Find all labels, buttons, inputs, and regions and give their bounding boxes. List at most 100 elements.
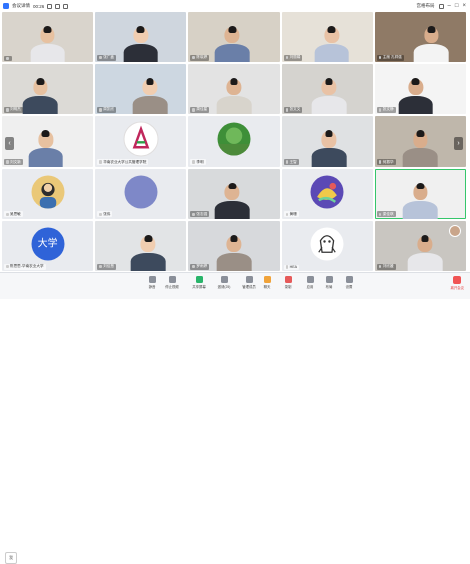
participant-tile[interactable]: 主席 孔祥强 <box>374 12 466 63</box>
participant-tile[interactable]: 刘丽娟 <box>281 12 373 63</box>
participant-tile[interactable]: 梁佳琪 <box>374 168 466 219</box>
self-avatar[interactable] <box>449 225 461 237</box>
close-button[interactable]: × <box>462 3 466 9</box>
participant-name: 何振华 <box>382 159 394 164</box>
mic-status-icon <box>192 212 195 217</box>
toolbar-button-participants[interactable]: 邀请(25) <box>215 276 233 289</box>
participant-video <box>130 234 166 271</box>
mic-status-icon <box>285 55 289 60</box>
participant-tile[interactable]: 刘佳慧 <box>95 220 187 271</box>
lock-icon[interactable] <box>63 3 69 9</box>
signal-icon[interactable] <box>55 3 61 9</box>
participant-tile[interactable]: 王智 <box>281 116 373 167</box>
participant-tile[interactable]: 大学陈思思-华南农业大学 <box>2 220 94 271</box>
toolbar-button-chat[interactable]: 聊天 <box>258 276 276 289</box>
participant-name: 主席 孔祥强 <box>382 55 402 60</box>
self-view-button[interactable]: 我 <box>5 552 17 564</box>
mic-status-icon <box>285 108 289 112</box>
leave-meeting-button[interactable]: 离开会议 <box>450 276 464 290</box>
mic-status-icon <box>378 55 382 60</box>
mic-status-icon <box>192 55 195 60</box>
participant-nameplate: 张志强 <box>190 211 210 218</box>
participant-tile[interactable]: 陈晓婷 <box>188 12 280 63</box>
toolbar-label: 静音 <box>148 285 156 289</box>
participant-name: HEA <box>289 265 297 269</box>
participant-nameplate: 李明 <box>190 159 206 166</box>
avatar-text: 大学 <box>37 238 58 250</box>
participant-name: 张广鑫 <box>103 55 114 60</box>
fullscreen-icon[interactable] <box>438 3 444 9</box>
leave-label: 离开会议 <box>450 286 464 290</box>
toolbar-button-manage[interactable]: 管理成员 <box>240 276 258 289</box>
meeting-toolbar: 我 离开会议 静音 停止视频 共享屏幕 邀请(25) 管理成员 聊天 录制 应用 布局 设置 <box>0 272 470 564</box>
participant-tile[interactable]: 罗雨婷 <box>188 220 280 271</box>
participant-tile[interactable]: 黄珊 <box>281 168 373 219</box>
meeting-title[interactable]: 会议详情 <box>12 3 30 9</box>
info-icon[interactable] <box>47 3 53 9</box>
participant-tile[interactable]: 李明 <box>188 116 280 167</box>
toolbar-label: 管理成员 <box>242 285 256 289</box>
participant-tile[interactable]: HEA <box>281 220 373 271</box>
prev-page-button[interactable]: ‹ <box>5 137 14 150</box>
participant-tile[interactable]: 刘文新 <box>2 116 94 167</box>
share-screen-icon <box>195 276 203 283</box>
leave-icon <box>453 276 462 284</box>
toolbar-label: 邀请(25) <box>217 285 231 289</box>
toolbar-button-mic[interactable]: 静音 <box>143 276 161 289</box>
participant-name: 刘明杰 <box>10 107 21 112</box>
maximize-button[interactable]: □ <box>455 3 459 9</box>
participant-tile[interactable]: 张文文 <box>281 64 373 115</box>
participant-video <box>311 78 347 115</box>
participant-tile[interactable]: 张志强 <box>188 168 280 219</box>
mic-status-icon <box>192 108 195 112</box>
participant-nameplate: 张文文 <box>283 106 303 113</box>
participant-video <box>216 234 252 271</box>
participant-name: 陈思思-华南农业大学 <box>10 264 44 268</box>
record-icon <box>284 276 292 283</box>
toolbar-button-camera[interactable]: 停止视频 <box>163 276 181 289</box>
participant-tile[interactable]: 刘明杰 <box>2 64 94 115</box>
participant-tile[interactable]: 张伟 <box>95 168 187 219</box>
participant-tile[interactable]: 周佳星 <box>188 64 280 115</box>
participant-nameplate <box>4 56 12 61</box>
participant-name: 张文静 <box>382 107 394 112</box>
participant-tile[interactable]: 吴思敏 <box>2 168 94 219</box>
participant-name: 梁佳琪 <box>382 211 394 216</box>
layout-icon <box>325 276 333 283</box>
toolbar-button-layout[interactable]: 布局 <box>320 276 338 289</box>
participant-tile[interactable]: 张广鑫 <box>95 12 187 63</box>
toolbar-button-settings[interactable]: 设置 <box>340 276 358 289</box>
participant-name: 张志强 <box>196 211 208 216</box>
participant-video <box>403 130 438 167</box>
participant-name: 周凯欣 <box>103 107 114 112</box>
mic-status-icon <box>378 108 382 112</box>
minimize-button[interactable]: – <box>448 3 451 9</box>
participant-nameplate: 陈晓婷 <box>190 54 210 61</box>
layout-switch[interactable]: 宫格布局 <box>417 3 435 9</box>
meeting-timer: 00:26 <box>33 3 45 9</box>
participant-name: 王智 <box>289 159 297 164</box>
mic-status-icon <box>99 160 102 164</box>
toolbar-button-apps[interactable]: 应用 <box>301 276 319 289</box>
participant-video <box>216 78 252 115</box>
mic-status-icon <box>6 212 9 217</box>
next-page-button[interactable]: › <box>454 137 463 150</box>
participant-tile[interactable]: 周凯欣 <box>95 64 187 115</box>
toolbar-button-share-screen[interactable]: 共享屏幕 <box>190 276 208 289</box>
participant-tile[interactable]: 张文静 <box>374 64 466 115</box>
participant-tile[interactable]: 华南农业大学公共管理学院 <box>95 116 187 167</box>
apps-icon <box>306 276 314 283</box>
participant-tile[interactable] <box>2 12 94 63</box>
participant-name: 刘佳慧 <box>103 264 114 268</box>
participant-nameplate: 梁佳琪 <box>376 211 396 218</box>
participant-tile[interactable]: 何振华 <box>374 116 466 167</box>
toolbar-button-record[interactable]: 录制 <box>279 276 297 289</box>
participant-nameplate: 刘欣媛 <box>376 263 396 270</box>
participant-nameplate: 周凯欣 <box>97 106 116 113</box>
participant-nameplate: 张文静 <box>376 106 396 113</box>
participant-name: 张伟 <box>103 211 111 216</box>
participant-name: 陈晓婷 <box>196 55 208 60</box>
mic-status-icon <box>285 160 289 164</box>
title-bar: 会议详情 00:26 宫格布局 – □ × <box>0 0 470 12</box>
participant-name: 吴思敏 <box>10 211 21 216</box>
